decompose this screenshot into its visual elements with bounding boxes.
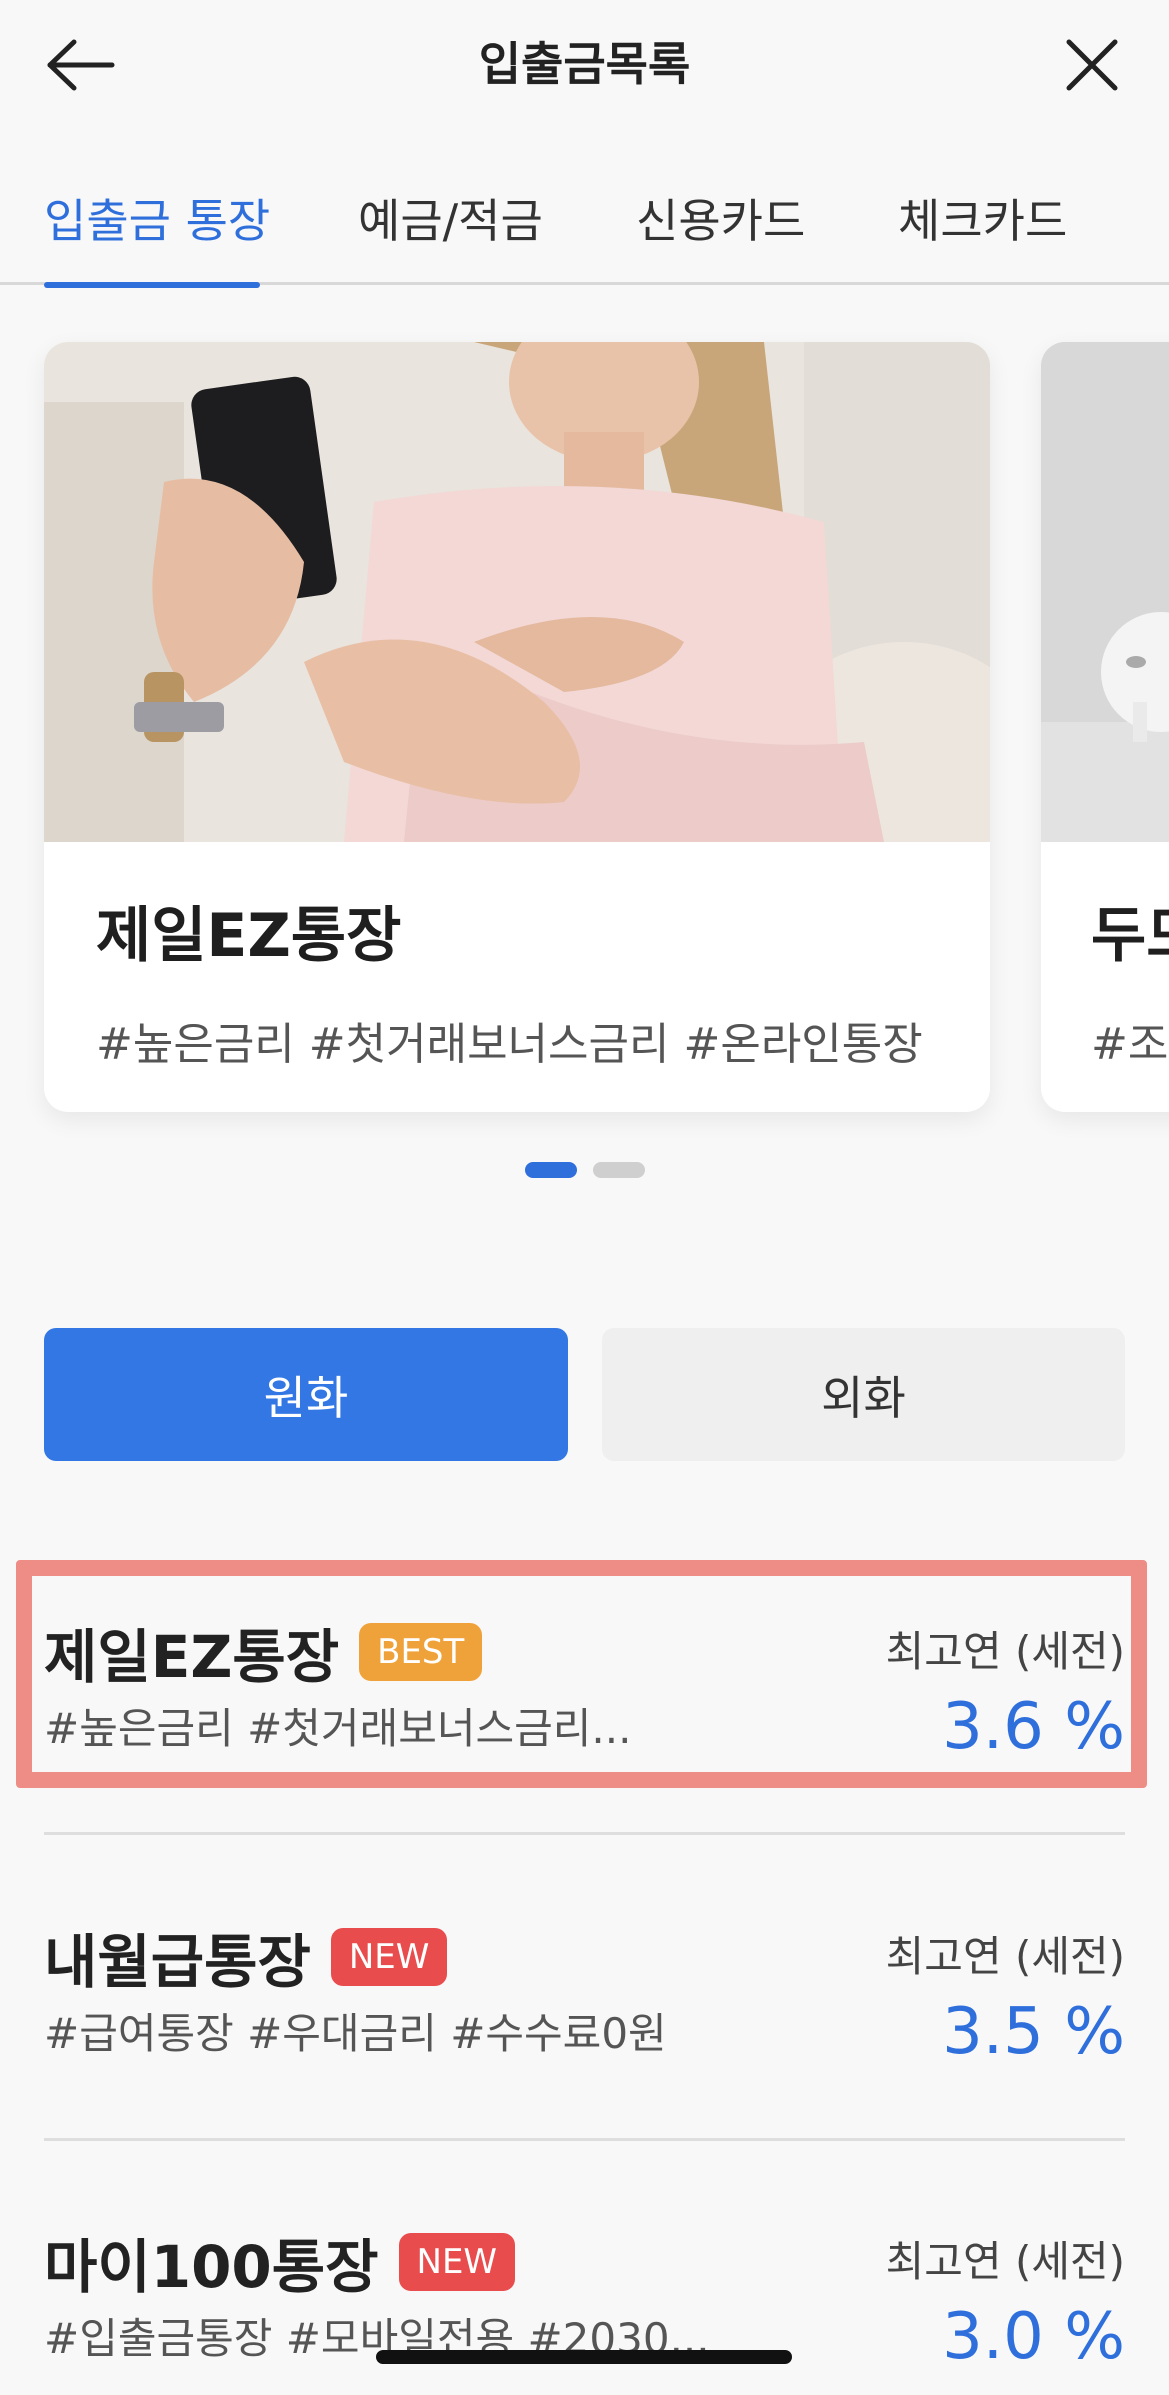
rate-value: 3.5 % xyxy=(942,1995,1125,2069)
home-indicator[interactable] xyxy=(376,2350,792,2364)
active-tab-indicator xyxy=(44,282,260,288)
card-body: 제일EZ통장 #높은금리 #첫거래보너스금리 #온라인통장 xyxy=(96,887,970,1072)
carousel-pagination xyxy=(525,1162,645,1178)
close-icon xyxy=(1066,39,1118,91)
carousel-card[interactable]: 제일EZ통장 #높은금리 #첫거래보너스금리 #온라인통장 xyxy=(44,342,990,1112)
product-name: 마이100통장 xyxy=(44,2233,379,2301)
divider xyxy=(44,1832,1125,1835)
pagination-dot-active[interactable] xyxy=(525,1162,577,1178)
close-button[interactable] xyxy=(1055,28,1129,102)
tab-check-card[interactable]: 체크카드 xyxy=(898,185,1067,285)
product-name: 내월급통장 xyxy=(44,1928,311,1996)
card-tags: #높은금리 #첫거래보너스금리 #온라인통장 xyxy=(96,1019,923,1070)
card-title-next: 두모 xyxy=(1091,901,1169,971)
rate-value: 3.0 % xyxy=(942,2300,1125,2374)
card-tags-next: #조 xyxy=(1091,1019,1169,1070)
tab-savings[interactable]: 예금/적금 xyxy=(358,185,543,285)
list-item[interactable]: 내월급통장 NEW #급여통장 #우대금리 #수수료0원 최고연 (세전) 3.… xyxy=(44,1885,1125,2105)
card-body-next: 두모 #조 xyxy=(1091,887,1169,1072)
page-title: 입출금목록 xyxy=(478,37,691,91)
tab-deposit-withdrawal[interactable]: 입출금 통장 xyxy=(44,185,270,285)
tab-credit-card[interactable]: 신용카드 xyxy=(636,185,805,285)
pagination-dot[interactable] xyxy=(593,1162,645,1178)
highlight-box xyxy=(16,1560,1147,1788)
rate-label: 최고연 (세전) xyxy=(885,2237,1125,2286)
new-badge: NEW xyxy=(398,2233,516,2291)
product-tags: #급여통장 #우대금리 #수수료0원 xyxy=(44,2009,667,2058)
rate-label: 최고연 (세전) xyxy=(885,1932,1125,1981)
krw-toggle-button[interactable]: 원화 xyxy=(44,1328,568,1461)
carousel-card-next[interactable]: 두모 #조 xyxy=(1041,342,1169,1112)
list-item[interactable]: 마이100통장 NEW #입출금통장 #모바일전용 #2030... 최고연 (… xyxy=(44,2190,1125,2395)
item-name-row: 마이100통장 NEW xyxy=(44,2220,516,2304)
fx-toggle-button[interactable]: 외화 xyxy=(602,1328,1125,1461)
page: 입출금목록 입출금 통장 예금/적금 신용카드 체크카드 제일EZ통장 #높은금… xyxy=(0,0,1169,2395)
divider xyxy=(44,2138,1125,2141)
category-tabs: 입출금 통장 예금/적금 신용카드 체크카드 xyxy=(0,165,1169,288)
product-photo xyxy=(44,342,990,842)
item-name-row: 내월급통장 NEW xyxy=(44,1915,448,1999)
card-title: 제일EZ통장 xyxy=(96,901,402,971)
new-badge: NEW xyxy=(330,1928,448,1986)
product-photo-next xyxy=(1041,342,1169,842)
app-header: 입출금목록 xyxy=(0,0,1169,130)
